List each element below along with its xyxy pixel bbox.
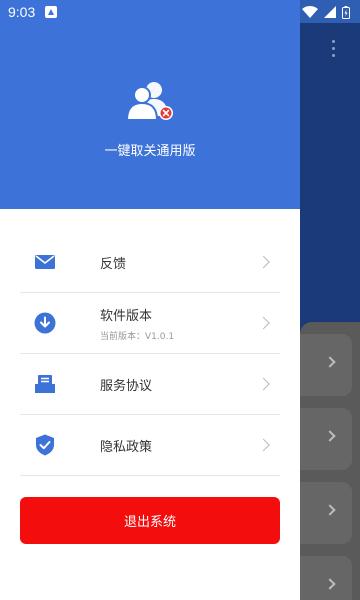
wifi-icon — [302, 6, 318, 18]
chevron-right-icon — [324, 356, 336, 368]
app-title: 一键取关通用版 — [104, 144, 196, 159]
chevron-right-icon — [257, 438, 270, 452]
background-list-item[interactable] — [300, 408, 352, 470]
shield-icon — [36, 434, 54, 456]
menu-label: 反馈 — [100, 256, 127, 272]
logout-button[interactable]: 退出系统 — [20, 497, 280, 544]
background-list-item[interactable] — [300, 482, 352, 544]
more-vertical-icon[interactable] — [332, 40, 336, 60]
menu-label: 软件版本 — [100, 308, 153, 324]
menu-item-privacy-policy[interactable]: 隐私政策 — [20, 415, 280, 476]
download-icon — [34, 312, 56, 334]
menu-label: 隐私政策 — [100, 439, 153, 455]
chevron-right-icon — [324, 578, 336, 590]
background-list-item[interactable] — [300, 556, 352, 600]
status-time: 9:03 — [8, 4, 36, 20]
chevron-right-icon — [324, 430, 336, 442]
chevron-right-icon — [257, 316, 270, 330]
users-remove-icon — [125, 82, 173, 121]
menu-item-feedback[interactable]: 反馈 — [20, 232, 280, 293]
version-info: 当前版本：V1.0.1 — [100, 331, 175, 342]
notification-a-icon — [45, 6, 58, 18]
chevron-right-icon — [257, 377, 270, 391]
background-app — [300, 0, 360, 600]
menu-item-version[interactable]: 软件版本 当前版本：V1.0.1 — [20, 293, 280, 354]
drawer-menu: 反馈 软件版本 当前版本：V1.0.1 服务协议 隐私政策 — [20, 232, 280, 476]
chevron-right-icon — [324, 504, 336, 516]
status-bar: 9:03 — [0, 0, 360, 24]
menu-item-service-agreement[interactable]: 服务协议 — [20, 354, 280, 415]
navigation-drawer: 一键取关通用版 反馈 软件版本 当前版本：V1.0.1 服务协议 隐私政策 退出… — [0, 0, 300, 600]
mail-icon — [35, 255, 55, 269]
battery-icon — [342, 5, 350, 19]
chevron-right-icon — [257, 255, 270, 269]
menu-label: 服务协议 — [100, 378, 153, 394]
drawer-header: 一键取关通用版 — [0, 0, 300, 209]
signal-icon — [324, 6, 336, 18]
background-list — [300, 322, 360, 600]
background-list-item[interactable] — [300, 334, 352, 396]
document-icon — [35, 375, 55, 393]
